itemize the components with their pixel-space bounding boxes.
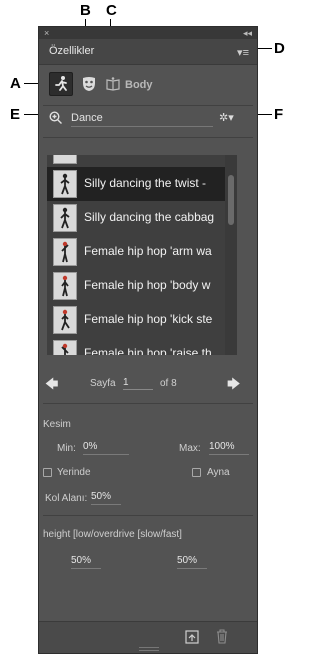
- pagination: 🡄 Sayfa of 8 🡆: [39, 375, 257, 395]
- page-count: of 8: [160, 378, 177, 389]
- panel-title: Özellikler: [49, 45, 95, 57]
- figure-thumbnail-icon: [61, 241, 69, 263]
- thumbnail: [53, 340, 77, 355]
- list-scrollbar[interactable]: [225, 155, 237, 355]
- height-left-value-field[interactable]: 50%: [71, 555, 101, 569]
- callout-d: D: [274, 40, 285, 57]
- height-right-value-field[interactable]: 50%: [177, 555, 207, 569]
- mirror-label: Ayna: [207, 467, 230, 478]
- list-item[interactable]: [47, 155, 229, 167]
- list-item-label: Female hip hop 'body w: [84, 278, 211, 292]
- list-item[interactable]: Female hip hop 'body w: [47, 269, 229, 303]
- list-item-label: Silly dancing the cabbag: [84, 210, 215, 224]
- page-number-input[interactable]: [123, 376, 153, 390]
- divider: [43, 105, 253, 106]
- library-button[interactable]: [101, 72, 125, 96]
- panel-title-strip: × ◂◂: [39, 27, 257, 39]
- page-label: Sayfa: [90, 378, 116, 389]
- arm-space-label: Kol Alanı:: [45, 493, 88, 504]
- callout-b: B: [80, 2, 91, 19]
- list-item[interactable]: Silly dancing the cabbag: [47, 201, 229, 235]
- close-icon[interactable]: ×: [44, 27, 49, 39]
- panel-footer: [39, 621, 257, 653]
- collapse-icon[interactable]: ◂◂: [243, 27, 252, 39]
- callout-c: C: [106, 2, 117, 19]
- callout-a: A: [10, 75, 21, 92]
- divider: [43, 137, 253, 138]
- list-item[interactable]: Female hip hop 'kick ste: [47, 303, 229, 337]
- panel-header: Özellikler ▾≡: [39, 39, 257, 65]
- in-place-label: Yerinde: [57, 467, 91, 478]
- trash-icon[interactable]: [215, 629, 229, 644]
- height-parameter-label: height [low/overdrive [slow/fast]: [43, 529, 182, 540]
- next-page-arrow-icon[interactable]: 🡆: [227, 375, 240, 397]
- callout-e: E: [10, 106, 21, 123]
- scrollbar-thumb[interactable]: [228, 175, 234, 225]
- panel-menu-icon[interactable]: ▾≡: [237, 46, 249, 59]
- search-settings-gear-icon[interactable]: ✲▾: [219, 111, 234, 124]
- list-item-label: Silly dancing the twist -: [84, 176, 207, 190]
- list-item-label: Female hip hop 'kick ste: [84, 312, 213, 326]
- max-value-field[interactable]: 100%: [209, 441, 249, 455]
- running-figure-icon: [55, 76, 67, 91]
- callout-f: F: [274, 106, 284, 123]
- motion-list: Silly dancing the twist - Silly dancing …: [47, 155, 237, 355]
- properties-panel: × ◂◂ Özellikler ▾≡ Body Dance ✲▾ Silly d…: [38, 26, 258, 654]
- create-motion-icon[interactable]: [185, 630, 199, 644]
- figure-thumbnail-icon: [60, 173, 70, 195]
- figure-thumbnail-icon: [61, 309, 70, 331]
- thumbnail: [53, 170, 77, 198]
- figure-thumbnail-icon: [61, 275, 69, 297]
- list-item-label: Female hip hop 'arm wa: [84, 244, 212, 258]
- mask-icon: [83, 77, 95, 91]
- thumbnail: [53, 204, 77, 232]
- body-motion-button[interactable]: [49, 72, 73, 96]
- open-book-icon: [106, 77, 120, 91]
- arm-space-value-field[interactable]: 50%: [91, 491, 121, 505]
- trim-section-label: Kesim: [43, 419, 71, 430]
- list-item[interactable]: Female hip hop 'arm wa: [47, 235, 229, 269]
- zoom-search-icon[interactable]: [49, 111, 63, 125]
- divider: [43, 515, 253, 516]
- prev-page-arrow-icon[interactable]: 🡄: [45, 375, 58, 397]
- list-item[interactable]: Silly dancing the twist -: [47, 167, 229, 201]
- figure-thumbnail-icon: [61, 343, 69, 355]
- resize-grip[interactable]: [139, 647, 159, 651]
- mode-toolbar: Body: [39, 67, 257, 103]
- thumbnail: [53, 306, 77, 334]
- list-item[interactable]: Female hip hop 'raise th: [47, 337, 229, 355]
- max-label: Max:: [179, 443, 201, 454]
- divider: [43, 403, 253, 404]
- thumbnail: [53, 238, 77, 266]
- in-place-checkbox[interactable]: [43, 468, 52, 477]
- figure-thumbnail-icon: [60, 207, 70, 229]
- face-motion-button[interactable]: [77, 72, 101, 96]
- min-value-field[interactable]: 0%: [83, 441, 129, 455]
- mirror-checkbox[interactable]: [192, 468, 201, 477]
- list-item-label: Female hip hop 'raise th: [84, 346, 212, 355]
- mode-label: Body: [125, 79, 153, 91]
- thumbnail: [53, 155, 77, 164]
- thumbnail: [53, 272, 77, 300]
- search-input[interactable]: [71, 109, 213, 127]
- min-label: Min:: [57, 443, 76, 454]
- search-row: ✲▾: [39, 107, 257, 131]
